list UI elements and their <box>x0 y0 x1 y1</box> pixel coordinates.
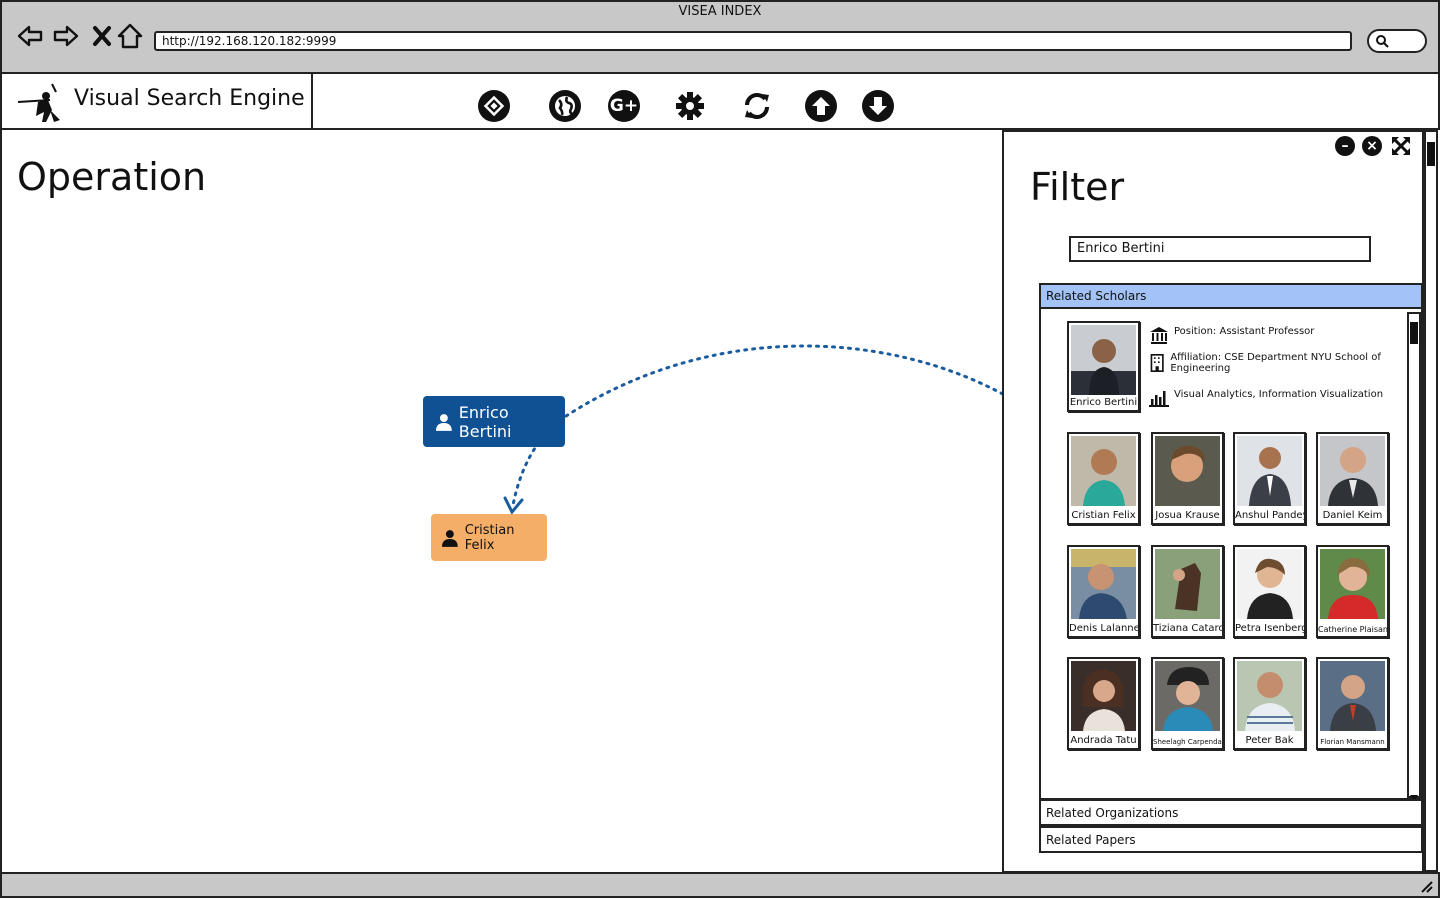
filter-title: Filter <box>1030 165 1125 209</box>
building-icon <box>1150 354 1164 372</box>
scholar-name: Petra Isenberg <box>1235 623 1304 634</box>
scholar-photo <box>1155 436 1220 506</box>
scholar-photo <box>1320 549 1385 619</box>
related-scholars-header[interactable]: Related Scholars <box>1039 283 1423 309</box>
scholar-photo <box>1237 436 1302 506</box>
scholar-photo <box>1155 549 1220 619</box>
filter-search-input[interactable]: Enrico Bertini <box>1069 236 1371 262</box>
scholar-name: Florian Mansmann <box>1320 738 1385 746</box>
scholar-card[interactable]: Peter Bak <box>1233 657 1306 750</box>
affiliation-text: Affiliation: CSE Department NYU School o… <box>1170 352 1381 374</box>
scholar-card[interactable]: Andrada Tatu <box>1067 657 1140 750</box>
user-icon <box>441 529 458 547</box>
institution-icon <box>1150 327 1168 344</box>
interests-row: Visual Analytics, Information Visualizat… <box>1149 389 1383 407</box>
expand-icon[interactable] <box>1390 135 1412 157</box>
bar-chart-icon <box>1149 391 1169 407</box>
scholar-card[interactable]: Catherine Plaisant <box>1316 545 1389 638</box>
scholar-card[interactable]: Cristian Felix <box>1067 432 1140 525</box>
related-organizations-header[interactable]: Related Organizations <box>1039 799 1423 826</box>
scholar-name: Peter Bak <box>1245 735 1294 746</box>
scholar-photo <box>1071 661 1136 731</box>
resize-grip-icon[interactable] <box>1418 878 1434 894</box>
close-icon[interactable]: × <box>1362 136 1382 156</box>
scholar-photo <box>1320 661 1385 731</box>
interests-text: Visual Analytics, Information Visualizat… <box>1174 389 1384 400</box>
scholar-card[interactable]: Florian Mansmann <box>1316 657 1389 750</box>
scholar-name: Tiziana Catarci <box>1153 623 1222 634</box>
scholars-scrollbar[interactable] <box>1407 312 1421 798</box>
scholar-photo <box>1071 436 1136 506</box>
scholar-card[interactable]: Tiziana Catarci <box>1151 545 1224 638</box>
minimize-icon[interactable]: – <box>1335 136 1355 156</box>
affiliation-row: Affiliation: CSE Department NYU School o… <box>1149 352 1394 374</box>
scholar-card[interactable]: Denis Lalanne <box>1067 545 1140 638</box>
scholar-name: Andrada Tatu <box>1070 735 1137 746</box>
scholar-card[interactable]: Josua Krause <box>1151 432 1224 525</box>
scholar-name: Anshul Pandey <box>1235 510 1304 521</box>
scholar-name: Sheelagh Carpendale <box>1153 738 1222 746</box>
scholars-scroll-thumb[interactable] <box>1410 322 1418 344</box>
page-scrollbar[interactable] <box>1424 130 1438 872</box>
scholar-name: Daniel Keim <box>1322 510 1383 521</box>
scroll-thumb[interactable] <box>1427 142 1435 166</box>
scholar-name: Denis Lalanne <box>1069 623 1138 634</box>
selected-scholar-card[interactable]: Enrico Bertini <box>1067 321 1140 412</box>
scholar-photo <box>1237 661 1302 731</box>
scholar-card[interactable]: Sheelagh Carpendale <box>1151 657 1224 750</box>
related-papers-header[interactable]: Related Papers <box>1039 826 1423 853</box>
scholar-photo <box>1071 325 1136 395</box>
scholar-photo <box>1155 661 1220 731</box>
node-label: Cristian Felix <box>464 522 515 553</box>
scholar-photo <box>1071 549 1136 619</box>
scholar-photo <box>1320 436 1385 506</box>
scholar-name: Enrico Bertini <box>1069 397 1138 408</box>
status-bar <box>0 872 1440 898</box>
scholar-card[interactable]: Daniel Keim <box>1316 432 1389 525</box>
scholar-card[interactable]: Anshul Pandey <box>1233 432 1306 525</box>
position-row: Position: Assistant Professor <box>1149 326 1314 344</box>
scholar-name: Catherine Plaisant <box>1318 625 1387 634</box>
scroll-down-icon[interactable] <box>1409 787 1419 801</box>
scholar-card[interactable]: Petra Isenberg <box>1233 545 1306 638</box>
user-icon <box>435 413 452 431</box>
scholar-name: Cristian Felix <box>1071 510 1136 521</box>
node-label: Enrico Bertini <box>458 402 512 441</box>
node-enrico-bertini[interactable]: Enrico Bertini <box>423 396 565 447</box>
scholar-name: Josua Krause <box>1155 510 1220 521</box>
position-text: Position: Assistant Professor <box>1174 326 1315 337</box>
node-cristian-felix[interactable]: Cristian Felix <box>431 514 547 561</box>
scholar-photo <box>1237 549 1302 619</box>
